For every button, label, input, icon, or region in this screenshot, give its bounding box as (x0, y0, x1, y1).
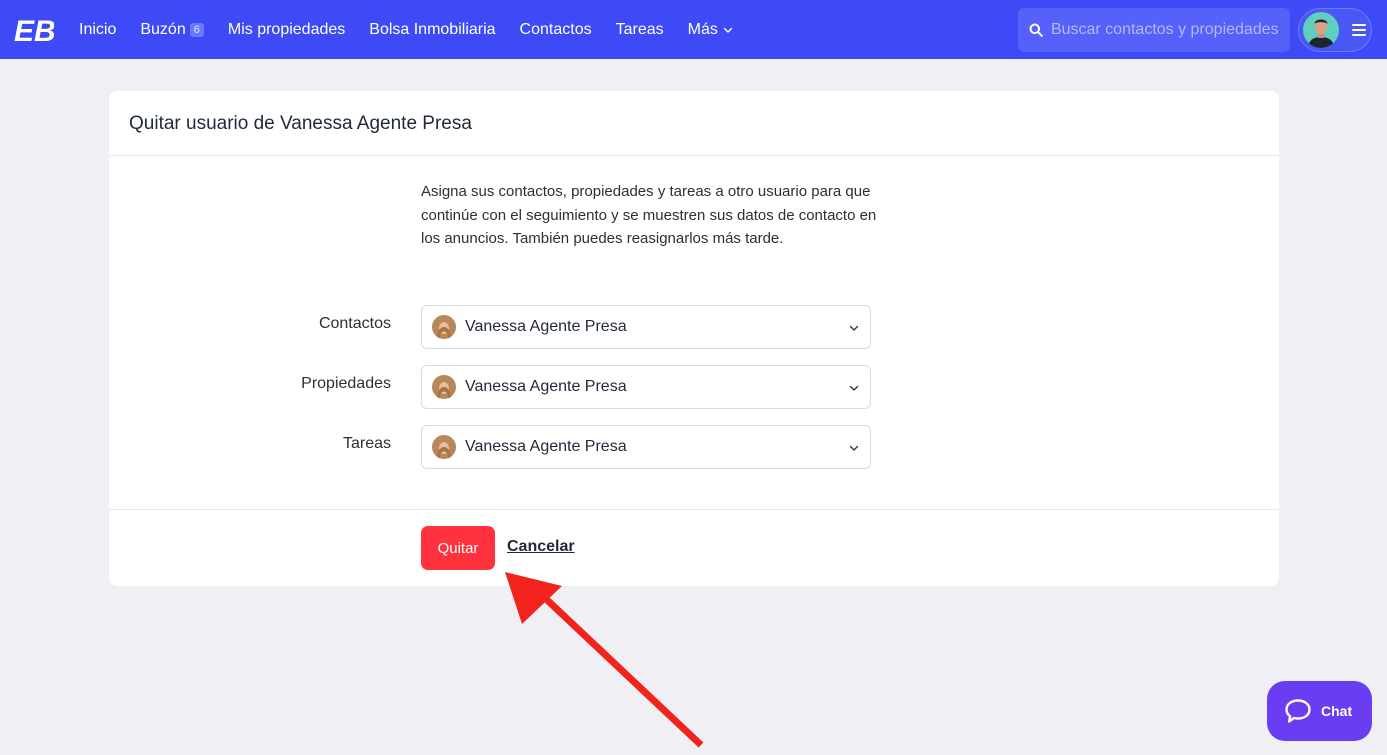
agent-avatar (432, 315, 456, 339)
svg-text:EB: EB (14, 15, 54, 46)
footer-divider (109, 509, 1279, 510)
nav-item-label: Buzón (140, 20, 186, 38)
cancel-link[interactable]: Cancelar (507, 538, 575, 556)
top-navbar: EB Inicio Buzón 6 Mis propiedades Bolsa … (0, 0, 1387, 59)
remove-user-card: Quitar usuario de Vanessa Agente Presa A… (109, 91, 1279, 586)
eb-logo-icon[interactable]: EB (14, 14, 54, 46)
nav-item-inicio[interactable]: Inicio (79, 21, 116, 39)
nav-item-buzon[interactable]: Buzón 6 (140, 21, 204, 39)
user-menu-button[interactable] (1298, 8, 1372, 52)
nav-item-bolsa-inmobiliaria[interactable]: Bolsa Inmobiliaria (369, 21, 495, 39)
reassign-description: Asigna sus contactos, propiedades y tare… (421, 183, 877, 247)
propiedades-select[interactable]: Vanessa Agente Presa (421, 365, 871, 409)
search-icon (1029, 23, 1043, 37)
nav-item-label: Bolsa Inmobiliaria (369, 20, 496, 38)
nav-item-tareas[interactable]: Tareas (616, 21, 664, 39)
unread-count-badge: 6 (189, 22, 204, 37)
page-title: Quitar usuario de Vanessa Agente Presa (129, 113, 472, 134)
search-box[interactable] (1018, 8, 1290, 52)
chevron-down-icon (849, 445, 859, 451)
chat-bubble-icon (1285, 699, 1311, 723)
chevron-down-icon (849, 385, 859, 391)
agent-avatar (432, 435, 456, 459)
tareas-select[interactable]: Vanessa Agente Presa (421, 425, 871, 469)
contactos-label: Contactos (318, 315, 391, 332)
chevron-down-icon (849, 325, 859, 331)
nav-item-mis-propiedades[interactable]: Mis propiedades (228, 21, 345, 39)
nav-item-contactos[interactable]: Contactos (520, 21, 592, 39)
tareas-label: Tareas (342, 435, 391, 452)
header-divider (109, 155, 1279, 156)
search-input[interactable] (1050, 21, 1290, 39)
nav-item-label: Mis propiedades (227, 20, 346, 38)
user-avatar (1303, 12, 1339, 48)
propiedades-label: Propiedades (301, 375, 391, 392)
nav-item-mas[interactable]: Más (688, 21, 733, 39)
agent-avatar (432, 375, 456, 399)
tareas-select-value: Vanessa Agente Presa (465, 438, 627, 455)
nav-item-label: Inicio (79, 20, 117, 38)
nav-item-label: Contactos (519, 20, 592, 38)
quitar-button[interactable]: Quitar (421, 526, 495, 570)
contactos-select[interactable]: Vanessa Agente Presa (421, 305, 871, 349)
chat-widget-button[interactable]: Chat (1267, 681, 1372, 741)
contactos-select-value: Vanessa Agente Presa (465, 318, 627, 335)
nav-item-label: Más (687, 20, 718, 38)
chat-label: Chat (1321, 703, 1353, 719)
chevron-down-icon (723, 27, 733, 33)
nav-item-label: Tareas (615, 20, 664, 38)
propiedades-select-value: Vanessa Agente Presa (465, 378, 627, 395)
menu-icon (1352, 24, 1366, 36)
main-nav: Inicio Buzón 6 Mis propiedades Bolsa Inm… (79, 0, 757, 59)
